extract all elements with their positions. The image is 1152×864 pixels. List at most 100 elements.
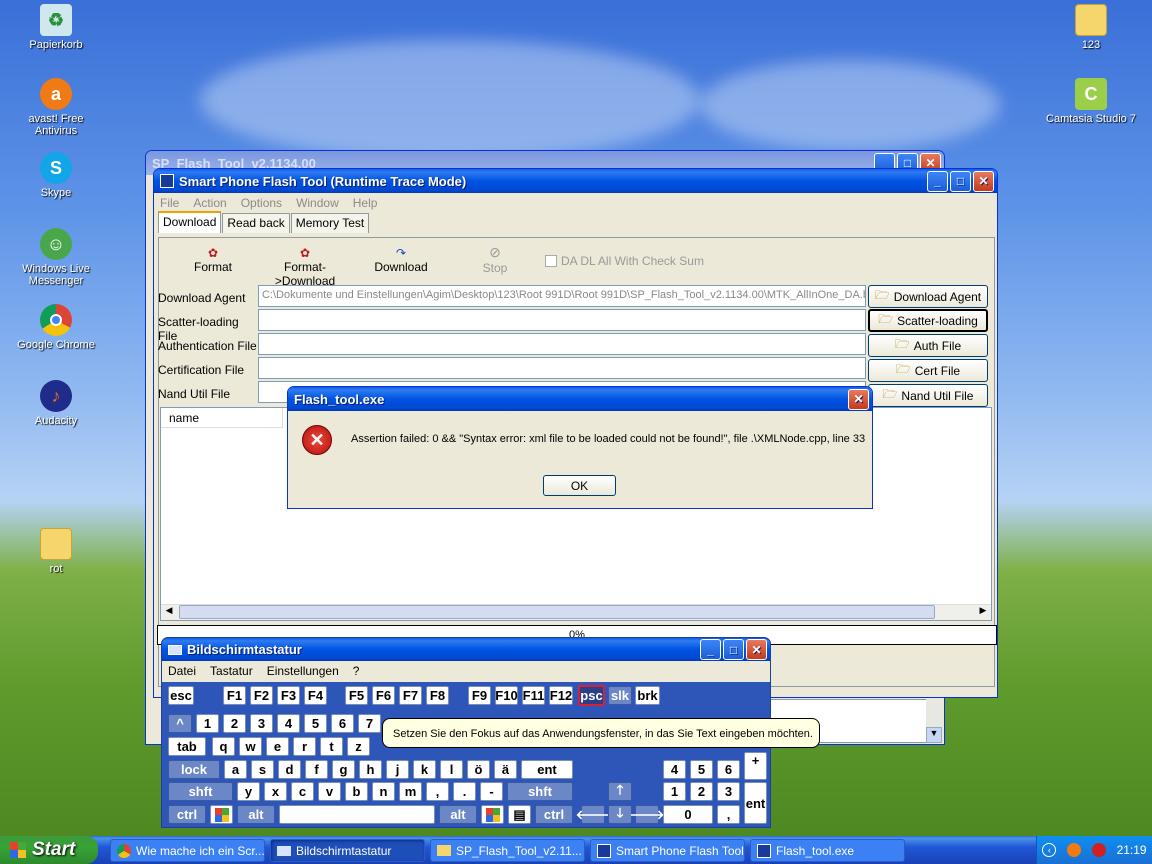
key-numpad-0[interactable]: 0 — [663, 805, 713, 824]
menu-help[interactable]: Help — [353, 196, 378, 210]
key-minus[interactable]: - — [480, 782, 503, 801]
scroll-thumb[interactable] — [179, 605, 935, 619]
key-shift-left[interactable]: shft — [168, 782, 233, 801]
key-g[interactable]: g — [332, 760, 355, 779]
key-v[interactable]: v — [318, 782, 341, 801]
key-b[interactable]: b — [345, 782, 368, 801]
key-numpad-4[interactable]: 4 — [663, 760, 686, 779]
key-1[interactable]: 1 — [196, 714, 219, 733]
desktop-icon-chrome[interactable]: Google Chrome — [16, 304, 96, 351]
osk-titlebar[interactable]: Bildschirmtastatur _ □ ✕ — [162, 638, 770, 661]
key-f3[interactable]: F3 — [277, 686, 300, 705]
key-numpad-6[interactable]: 6 — [717, 760, 740, 779]
key-f12[interactable]: F12 — [549, 686, 573, 705]
key-f[interactable]: f — [305, 760, 328, 779]
key-tab[interactable]: tab — [168, 737, 206, 756]
key-2[interactable]: 2 — [223, 714, 246, 733]
error-dialog-titlebar[interactable]: Flash_tool.exe ✕ — [288, 387, 872, 411]
key-q[interactable]: q — [212, 737, 235, 756]
key-z[interactable]: z — [347, 737, 370, 756]
tray-expand-icon[interactable]: ‹ — [1042, 843, 1057, 857]
key-numpad-enter[interactable]: ent — [744, 782, 767, 824]
desktop-icon-camtasia[interactable]: C Camtasia Studio 7 — [1046, 78, 1136, 125]
toolbar-download[interactable]: ↷ Download — [371, 246, 431, 274]
bg-window-scrollbar[interactable]: ▼ — [926, 699, 942, 743]
osk-menu-help[interactable]: ? — [353, 664, 360, 679]
key-numpad-plus[interactable]: + — [744, 752, 767, 780]
key-x[interactable]: x — [264, 782, 287, 801]
key-s[interactable]: s — [251, 760, 274, 779]
key-enter[interactable]: ent — [521, 760, 573, 779]
key-m[interactable]: m — [399, 782, 422, 801]
key-shift-right[interactable]: shft — [507, 782, 573, 801]
key-caret[interactable]: ^ — [168, 714, 192, 733]
key-a[interactable]: a — [224, 760, 247, 779]
key-brk[interactable]: brk — [635, 686, 660, 705]
key-f6[interactable]: F6 — [372, 686, 395, 705]
key-l[interactable]: l — [440, 760, 463, 779]
taskbar-item-flash-tool-exe[interactable]: Flash_tool.exe — [750, 839, 905, 862]
list-hscrollbar[interactable]: ◀ ▶ — [161, 604, 991, 620]
key-f7[interactable]: F7 — [399, 686, 422, 705]
desktop-icon-avast[interactable]: a avast! Free Antivirus — [16, 78, 96, 137]
close-icon[interactable]: ✕ — [746, 639, 767, 660]
scatter-button[interactable]: 🗁 Scatter-loading — [868, 309, 988, 332]
key-f2[interactable]: F2 — [250, 686, 273, 705]
tab-read-back[interactable]: Read back — [222, 213, 290, 233]
menu-action[interactable]: Action — [193, 196, 226, 210]
taskbar-item-smart-phone-flash-tool[interactable]: Smart Phone Flash Tool — [590, 839, 745, 862]
key-f1[interactable]: F1 — [223, 686, 246, 705]
desktop-icon-audacity[interactable]: ♪ Audacity — [16, 380, 96, 427]
key-n[interactable]: n — [372, 782, 395, 801]
desktop-icon-123[interactable]: 123 — [1051, 4, 1131, 51]
desktop-icon-messenger[interactable]: ☺ Windows Live Messenger — [16, 228, 96, 287]
taskbar-item-sp-flash-tool[interactable]: SP_Flash_Tool_v2.11... — [430, 839, 585, 862]
key-r[interactable]: r — [293, 737, 316, 756]
key-7[interactable]: 7 — [358, 714, 381, 733]
key-f5[interactable]: F5 — [345, 686, 368, 705]
nand-button[interactable]: 🗁 Nand Util File — [868, 384, 988, 407]
key-arrow-right[interactable]: 🡒 — [630, 805, 664, 824]
key-3[interactable]: 3 — [250, 714, 273, 733]
cert-button[interactable]: 🗁 Cert File — [868, 359, 988, 382]
minimize-icon[interactable]: _ — [927, 170, 948, 192]
key-windows-left[interactable] — [210, 805, 233, 824]
taskbar-item-osk[interactable]: Bildschirmtastatur — [270, 839, 425, 862]
key-c[interactable]: c — [291, 782, 314, 801]
key-j[interactable]: j — [386, 760, 409, 779]
auth-field[interactable] — [258, 333, 866, 355]
close-icon[interactable]: ✕ — [848, 388, 869, 410]
key-f8[interactable]: F8 — [426, 686, 449, 705]
key-space[interactable] — [279, 805, 435, 824]
scroll-right-icon[interactable]: ▶ — [975, 605, 991, 620]
key-y[interactable]: y — [237, 782, 260, 801]
menu-window[interactable]: Window — [296, 196, 339, 210]
desktop-icon-rot[interactable]: rot — [16, 528, 96, 575]
key-oe[interactable]: ö — [467, 760, 490, 779]
key-slk[interactable]: slk — [608, 686, 632, 705]
osk-menu-einstellungen[interactable]: Einstellungen — [267, 664, 339, 679]
key-f10[interactable]: F10 — [495, 686, 518, 705]
key-period[interactable]: . — [453, 782, 476, 801]
auth-button[interactable]: 🗁 Auth File — [868, 334, 988, 357]
camtasia-tray-icon[interactable] — [1091, 843, 1106, 857]
key-5[interactable]: 5 — [304, 714, 327, 733]
menu-file[interactable]: File — [160, 196, 179, 210]
desktop-icon-recycle-bin[interactable]: ♻ Papierkorb — [16, 4, 96, 51]
maximize-icon[interactable]: □ — [723, 639, 744, 660]
download-agent-button[interactable]: 🗁 Download Agent — [868, 285, 988, 308]
list-header[interactable]: name — [161, 408, 283, 428]
osk-menu-datei[interactable]: Datei — [168, 664, 196, 679]
key-lock[interactable]: lock — [168, 760, 220, 779]
key-psc[interactable]: psc — [578, 685, 605, 706]
key-numpad-2[interactable]: 2 — [690, 782, 713, 801]
taskbar-item-chrome[interactable]: Wie mache ich ein Scr... — [110, 839, 265, 862]
desktop-icon-skype[interactable]: S Skype — [16, 152, 96, 199]
key-numpad-decimal[interactable]: , — [717, 805, 740, 824]
key-numpad-3[interactable]: 3 — [717, 782, 740, 801]
key-comma[interactable]: , — [426, 782, 449, 801]
key-f11[interactable]: F11 — [522, 686, 545, 705]
ok-button[interactable]: OK — [543, 475, 616, 496]
key-h[interactable]: h — [359, 760, 382, 779]
key-numpad-1[interactable]: 1 — [663, 782, 686, 801]
